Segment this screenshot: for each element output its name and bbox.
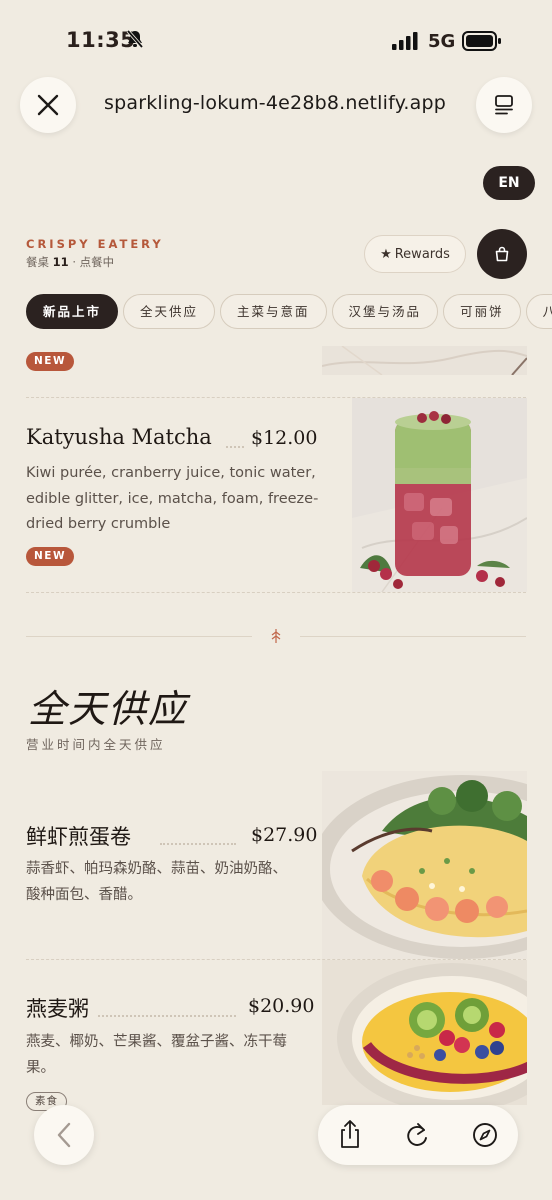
back-icon [57, 1122, 71, 1148]
table-status: · 点餐中 [72, 255, 115, 269]
compass-button[interactable] [472, 1122, 498, 1152]
signal-icon [392, 32, 418, 54]
dish-price: $27.90 [251, 824, 318, 846]
dish-description: 蒜香虾、帕玛森奶酪、蒜苗、奶油奶酪、 酸种面包、香醋。 [26, 857, 287, 908]
dish-image[interactable] [352, 398, 527, 592]
close-button[interactable] [20, 77, 76, 133]
tabs-icon [495, 95, 513, 115]
table-info: 餐桌 11 · 点餐中 [26, 254, 114, 270]
category-tab[interactable]: 新品上市 [26, 294, 119, 329]
reload-icon [407, 1123, 427, 1146]
dish-name[interactable]: 燕麦粥 [26, 993, 89, 1023]
star-icon: ★ [380, 246, 392, 262]
category-tab[interactable]: 八 [525, 294, 552, 329]
rewards-label: Rewards [394, 246, 450, 262]
description-line: 蒜香虾、帕玛森奶酪、蒜苗、奶油奶酪、 [26, 861, 287, 877]
description-line: 燕麦、椰奶、芒果酱、覆盆子酱、冻干莓 [26, 1034, 287, 1050]
close-icon [37, 94, 59, 116]
bag-icon [495, 246, 509, 262]
brand-name: CRISPY EATERY [26, 237, 164, 251]
dish-image[interactable] [322, 771, 527, 959]
leaf-ornament-icon [269, 628, 283, 648]
price-leader [98, 1015, 236, 1017]
tabs-button[interactable] [476, 77, 532, 133]
description-line: 酸种面包、香醋。 [26, 886, 142, 903]
url-bar[interactable]: sparkling-lokum-4e28b8.netlify.app [104, 92, 470, 114]
dish-image[interactable] [322, 960, 527, 1105]
ornament-line-right [300, 636, 526, 637]
description-line: edible glitter, ice, matcha, foam, freez… [26, 490, 319, 507]
description-line: 果。 [26, 1059, 55, 1076]
category-tab[interactable]: 全天供应 [123, 294, 216, 329]
description-line: dried berry crumble [26, 516, 171, 532]
dish-price: $12.00 [251, 427, 318, 449]
dish-image[interactable] [322, 346, 527, 375]
compass-icon [473, 1123, 497, 1147]
reload-button[interactable] [404, 1121, 430, 1153]
silent-bell-icon [125, 29, 145, 53]
ornament-line-left [26, 636, 252, 637]
network-label: 5G [428, 31, 456, 52]
category-tab[interactable]: 可丽饼 [443, 294, 521, 329]
status-bar: 11:35 5G [0, 0, 552, 80]
share-icon [341, 1120, 359, 1148]
description-line: Kiwi purée, cranberry juice, tonic water… [26, 465, 316, 481]
category-tab[interactable]: 主菜与意面 [220, 294, 327, 329]
dish-price: $20.90 [248, 995, 315, 1017]
section-title: 全天供应 [28, 687, 189, 731]
rewards-button[interactable]: ★ Rewards [364, 235, 466, 273]
price-leader [160, 843, 236, 845]
table-prefix: 餐桌 [26, 255, 49, 269]
category-tab[interactable]: 汉堡与汤品 [331, 294, 439, 329]
language-toggle[interactable]: EN [483, 166, 535, 200]
new-badge: NEW [26, 352, 75, 371]
battery-icon [462, 31, 502, 55]
cart-button[interactable] [477, 229, 527, 279]
dish-name[interactable]: 鲜虾煎蛋卷 [26, 821, 131, 851]
new-badge: NEW [26, 547, 75, 566]
dish-description: Kiwi purée, cranberry juice, tonic water… [26, 461, 318, 538]
share-button[interactable] [338, 1119, 362, 1153]
price-leader [226, 446, 244, 448]
browser-toolbar [318, 1105, 518, 1165]
category-tabs: 新品上市 全天供应 主菜与意面 汉堡与汤品 可丽饼八 [26, 294, 552, 330]
table-number: 11 [52, 255, 69, 269]
back-button[interactable] [34, 1105, 94, 1165]
divider [26, 592, 526, 593]
section-subtitle: 营业时间内全天供应 [26, 737, 166, 752]
dish-name[interactable]: Katyusha Matcha [26, 425, 212, 449]
dish-description: 燕麦、椰奶、芒果酱、覆盆子酱、冻干莓 果。 [26, 1030, 287, 1081]
